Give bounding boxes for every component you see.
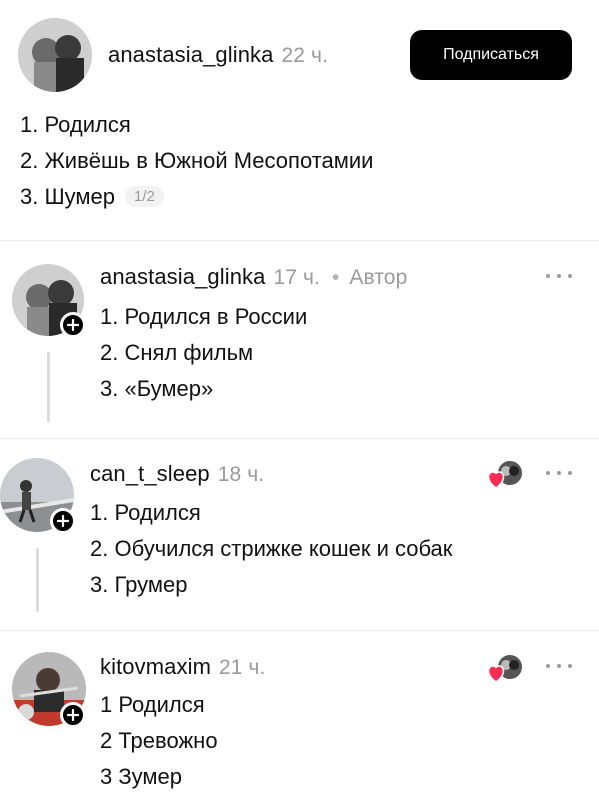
reply-3-line-1: 1 Родился bbox=[100, 692, 205, 717]
divider bbox=[0, 438, 599, 439]
reply-1-username-row: anastasia_glinka 17 ч. • Автор bbox=[100, 264, 407, 290]
more-icon[interactable] bbox=[546, 271, 572, 281]
follow-button[interactable]: Подписаться bbox=[410, 30, 572, 80]
reply-3-time: 21 ч. bbox=[219, 656, 266, 679]
follow-plus-icon[interactable] bbox=[60, 312, 86, 338]
author-liked-heart-icon bbox=[486, 458, 524, 492]
reply-1-line-3: 3. «Бумер» bbox=[100, 376, 214, 401]
divider bbox=[0, 240, 599, 241]
reply-3-line-3: 3 Зумер bbox=[100, 764, 182, 789]
author-liked-heart-icon bbox=[486, 652, 524, 686]
follow-plus-icon[interactable] bbox=[60, 702, 86, 728]
post-line-3: 3. Шумер bbox=[20, 184, 115, 209]
reply-2-line-3: 3. Грумер bbox=[90, 572, 188, 597]
post-line-2: 2. Живёшь в Южной Месопотамии bbox=[20, 148, 374, 173]
reply-1-line-2: 2. Снял фильм bbox=[100, 340, 254, 365]
post-line-1: 1. Родился bbox=[20, 112, 131, 137]
reply-2-username[interactable]: can_t_sleep bbox=[90, 461, 210, 486]
follow-plus-icon[interactable] bbox=[50, 508, 76, 534]
thread-line bbox=[47, 352, 50, 422]
reply-3-username[interactable]: kitovmaxim bbox=[100, 654, 211, 679]
reply-3-line-2: 2 Тревожно bbox=[100, 728, 218, 753]
more-icon[interactable] bbox=[546, 661, 572, 671]
reply-2-line-2: 2. Обучился стрижке кошек и собак bbox=[90, 536, 453, 561]
reply-1-username[interactable]: anastasia_glinka bbox=[100, 264, 266, 289]
thread-line bbox=[36, 548, 39, 612]
separator-dot: • bbox=[331, 266, 340, 289]
author-label: Автор bbox=[349, 266, 408, 289]
post-line-3-row: 3. Шумер 1/2 bbox=[20, 184, 164, 210]
reply-1-line-1: 1. Родился в России bbox=[100, 304, 308, 329]
post-username[interactable]: anastasia_glinka bbox=[108, 42, 274, 67]
thread-page: anastasia_glinka 22 ч. Подписаться 1. Род… bbox=[0, 0, 599, 800]
translate-counter[interactable]: 1/2 bbox=[124, 186, 164, 207]
divider bbox=[0, 630, 599, 631]
reply-1-time: 17 ч. bbox=[273, 266, 320, 289]
more-icon[interactable] bbox=[546, 468, 572, 478]
reply-2-time: 18 ч. bbox=[217, 463, 265, 486]
post-author-username-row: anastasia_glinka 22 ч. bbox=[108, 42, 328, 68]
reply-2-username-row: can_t_sleep 18 ч. bbox=[90, 461, 264, 487]
post-author-avatar[interactable] bbox=[18, 18, 92, 92]
reply-2-line-1: 1. Родился bbox=[90, 500, 201, 525]
reply-3-username-row: kitovmaxim 21 ч. bbox=[100, 654, 265, 680]
post-time: 22 ч. bbox=[281, 44, 328, 67]
